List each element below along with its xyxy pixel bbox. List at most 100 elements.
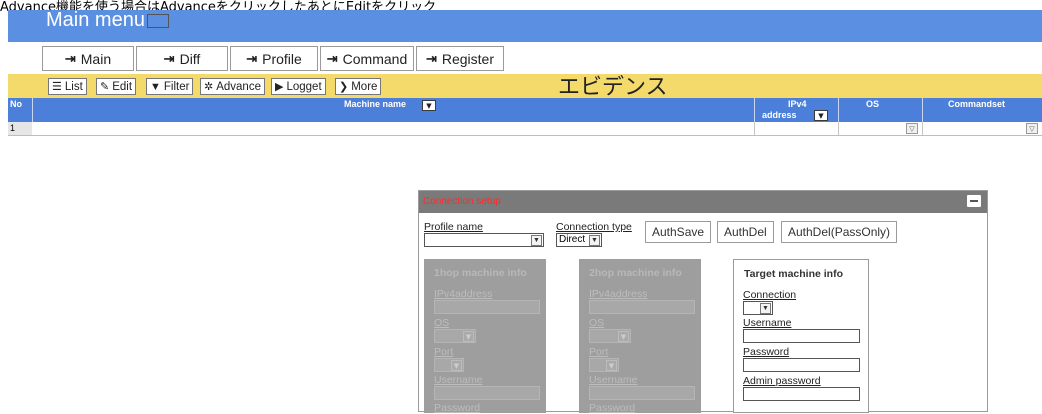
target-admin-password-input[interactable] — [743, 387, 860, 401]
tab-diff-label: Diff — [179, 50, 201, 67]
hop2-password-label: Password — [589, 402, 636, 414]
ipv4-sort-icon[interactable]: ▼ — [814, 110, 828, 121]
sign-in-icon: ⇥ — [163, 50, 175, 66]
page-title-text: Main menu — [46, 9, 145, 31]
connection-type-select[interactable]: Direct ▼ — [556, 233, 602, 247]
target-password-label: Password — [743, 346, 790, 358]
hop1-port-label: Port — [434, 346, 454, 358]
target-connection-select[interactable]: ▼ — [743, 301, 773, 315]
sign-in-icon: ⇥ — [425, 50, 437, 66]
hop2-os-label: OS — [589, 317, 605, 329]
auth-save-button[interactable]: AuthSave — [645, 221, 712, 243]
dialog-title: Connection setup — [423, 196, 501, 207]
profile-name-label: Profile name — [424, 221, 483, 233]
chevron-down-icon: ▼ — [589, 235, 600, 246]
hop1-username-label: Username — [434, 374, 483, 386]
nav-tabs: ⇥ Main ⇥ Diff ⇥ Profile ⇥ Command ⇥ Regi… — [8, 42, 1042, 74]
os-select[interactable]: ▽ — [906, 123, 918, 134]
connection-type-label: Connection type — [556, 221, 632, 233]
chevron-down-icon: ▼ — [531, 235, 542, 246]
hop1-username-input — [434, 386, 540, 400]
hop2-port-label: Port — [589, 346, 609, 358]
tab-main-label: Main — [80, 50, 112, 67]
column-divider — [838, 98, 839, 122]
cell-divider — [754, 122, 755, 135]
row-number: 1 — [8, 122, 32, 135]
advance-button-label: Advance — [216, 80, 261, 93]
sign-in-icon: ⇥ — [64, 50, 76, 66]
hop2-ipv4-label: IPv4address — [589, 288, 648, 300]
hop2-port-select: ▼ — [589, 358, 619, 372]
sign-in-icon: ⇥ — [326, 50, 338, 66]
main-menu-header: Main menu — [8, 9, 1042, 42]
hop1-title: 1hop machine info — [434, 267, 527, 279]
hop1-ipv4-label: IPv4address — [434, 288, 493, 300]
target-connection-label: Connection — [743, 289, 797, 301]
col-machine-name-header[interactable]: Machine name — [344, 99, 406, 109]
tab-diff[interactable]: ⇥ Diff — [136, 46, 228, 71]
machine-name-sort-icon[interactable]: ▼ — [422, 100, 436, 111]
sign-in-icon: ⇥ — [246, 50, 258, 66]
hop2-ipv4-input — [589, 300, 695, 314]
filter-button-label: Filter — [163, 80, 190, 93]
cell-divider — [838, 122, 839, 135]
target-machine-info: Target machine info Connection ▼ Usernam… — [733, 259, 869, 413]
auth-del-button[interactable]: AuthDel — [717, 221, 774, 243]
col-ipv4-header-line2: address — [762, 110, 797, 120]
tab-register-label: Register — [441, 50, 495, 67]
target-username-input[interactable] — [743, 329, 860, 343]
dialog-titlebar[interactable]: Connection setup — [419, 191, 987, 213]
col-commandset-header: Commandset — [948, 99, 1006, 109]
hop2-title: 2hop machine info — [589, 267, 682, 279]
hop1-ipv4-input — [434, 300, 540, 314]
more-button-label: More — [351, 80, 378, 93]
hop1-machine-info: 1hop machine info IPv4address OS ▼ Port … — [424, 259, 546, 414]
title-frame-box — [146, 13, 169, 28]
edit-button[interactable]: ✎ Edit — [96, 78, 137, 95]
connection-setup-dialog: Connection setup Profile name ▼ Connecti… — [418, 190, 988, 414]
hop2-username-input — [589, 386, 695, 400]
evidence-heading: エビデンス — [558, 75, 668, 100]
chevron-down-icon: ▼ — [760, 303, 771, 314]
advance-button[interactable]: ✲ Advance — [200, 78, 265, 95]
chevron-down-icon: ▼ — [618, 331, 629, 342]
cell-divider — [922, 122, 923, 135]
hop1-os-label: OS — [434, 317, 450, 329]
target-password-input[interactable] — [743, 358, 860, 372]
hop2-machine-info: 2hop machine info IPv4address OS ▼ Port … — [579, 259, 701, 414]
chevron-down-icon: ▼ — [606, 360, 617, 371]
connection-type-value: Direct — [559, 234, 586, 245]
minimize-button[interactable] — [967, 195, 981, 207]
list-icon: ☰ — [52, 81, 62, 93]
logget-button-label: Logget — [286, 80, 322, 93]
action-toolbar: ☰ List ✎ Edit ▼ Filter ✲ Advance ▶ Logge… — [8, 74, 1042, 100]
commandset-select[interactable]: ▽ — [1026, 123, 1038, 134]
col-ipv4-header-line1: IPv4 — [788, 99, 807, 109]
more-button[interactable]: ❯ More — [335, 78, 382, 95]
target-username-label: Username — [743, 317, 792, 329]
table-row[interactable]: 1 ▽ ▽ — [8, 122, 1042, 136]
page-title: Main menu — [46, 9, 169, 32]
logget-button[interactable]: ▶ Logget — [271, 78, 326, 95]
minimize-icon — [970, 200, 978, 202]
tab-main[interactable]: ⇥ Main — [42, 46, 134, 71]
filter-button[interactable]: ▼ Filter — [146, 78, 194, 95]
tab-profile[interactable]: ⇥ Profile — [230, 46, 318, 71]
col-os-header: OS — [866, 99, 880, 109]
col-no-header: No — [10, 99, 22, 109]
auth-del-passonly-button[interactable]: AuthDel(PassOnly) — [781, 221, 898, 243]
hop2-os-select: ▼ — [589, 329, 631, 343]
profile-name-select[interactable]: ▼ — [424, 233, 544, 247]
tab-profile-label: Profile — [262, 50, 302, 67]
filter-icon: ▼ — [150, 80, 161, 93]
gear-icon: ✲ — [204, 81, 214, 93]
list-button-label: List — [64, 80, 83, 93]
hop2-username-label: Username — [589, 374, 638, 386]
tab-command[interactable]: ⇥ Command — [320, 46, 414, 71]
column-divider — [922, 98, 923, 122]
table-header: No Machine name ▼ IPv4 address ▼ OS Comm… — [8, 98, 1042, 122]
hop1-port-select: ▼ — [434, 358, 464, 372]
list-button[interactable]: ☰ List — [48, 78, 87, 95]
hop1-password-label: Password — [434, 402, 481, 414]
tab-register[interactable]: ⇥ Register — [416, 46, 504, 71]
